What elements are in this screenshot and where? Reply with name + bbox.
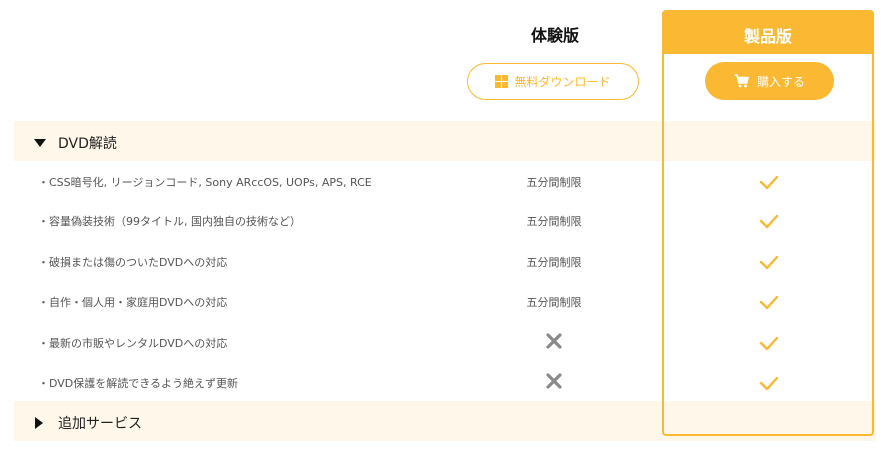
trial-limit-value: 五分間制限 — [526, 176, 582, 189]
trial-limit-value: 五分間制限 — [526, 296, 582, 309]
section-dvd-title: DVD解読 — [58, 136, 117, 152]
trial-column-title: 体験版 — [530, 26, 579, 45]
triangle-down-icon[interactable] — [34, 139, 46, 147]
feature-label: ・破損または傷のついたDVDへの対応 — [38, 256, 228, 269]
feature-label: ・容量偽装技術（99タイトル, 国内独自の技術など） — [38, 215, 301, 228]
check-icon — [759, 295, 779, 310]
triangle-right-icon[interactable] — [35, 417, 43, 429]
trial-limit-value: 五分間制限 — [526, 215, 582, 228]
check-icon — [759, 175, 779, 190]
check-icon — [759, 376, 779, 391]
buy-label: 購入する — [756, 74, 805, 89]
free-download-label: 無料ダウンロード — [514, 75, 611, 89]
cross-icon — [546, 333, 562, 349]
check-icon — [759, 336, 779, 351]
product-column-header: 製品版 — [664, 12, 872, 54]
trial-limit-value: 五分間制限 — [526, 256, 582, 269]
cross-icon — [546, 373, 562, 389]
check-icon — [759, 214, 779, 229]
section-extra-title: 追加サービス — [58, 416, 142, 432]
feature-label: ・CSS暗号化, リージョンコード, Sony ARccOS, UOPs, AP… — [38, 176, 372, 189]
cart-icon — [734, 74, 749, 88]
product-column-title: 製品版 — [743, 27, 792, 46]
buy-button[interactable]: 購入する — [705, 62, 834, 100]
check-icon — [759, 255, 779, 270]
feature-label: ・自作・個人用・家庭用DVDへの対応 — [38, 296, 228, 309]
windows-icon — [495, 75, 509, 88]
feature-label: ・最新の市販やレンタルDVDへの対応 — [38, 337, 228, 350]
free-download-button[interactable]: 無料ダウンロード — [467, 63, 639, 100]
feature-label: ・DVD保護を解読できるよう絶えず更新 — [38, 377, 239, 390]
